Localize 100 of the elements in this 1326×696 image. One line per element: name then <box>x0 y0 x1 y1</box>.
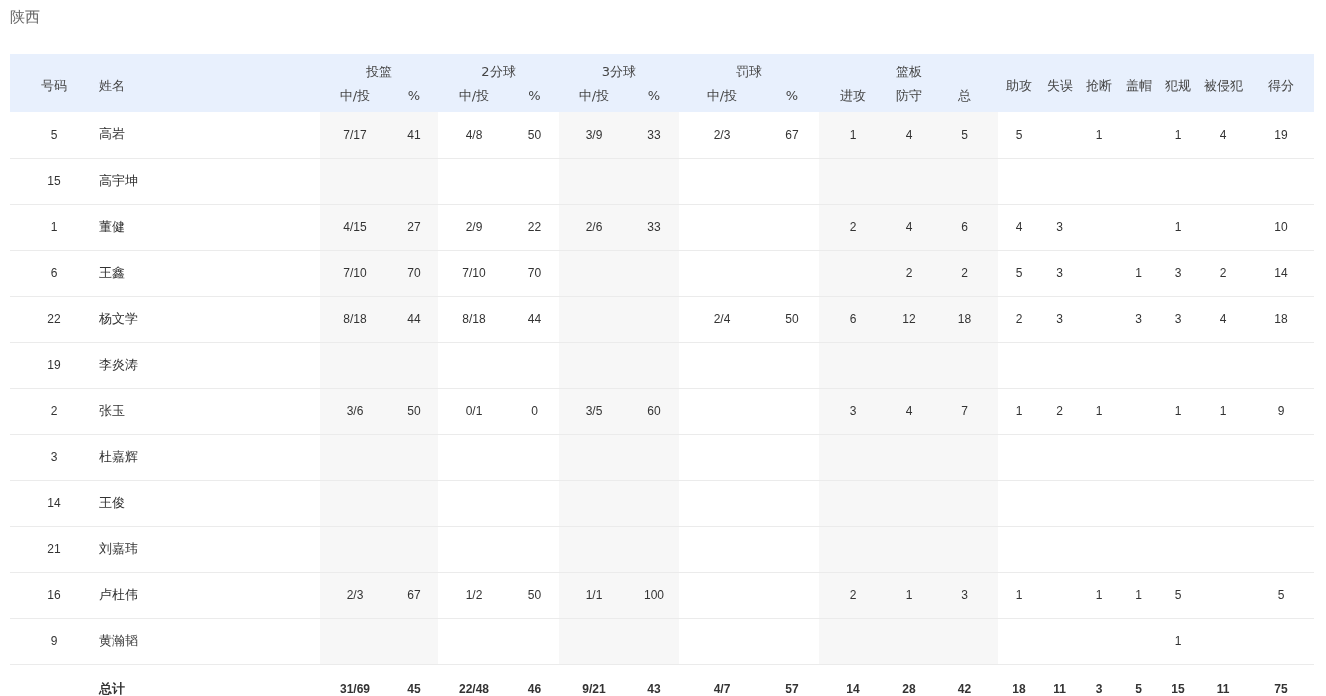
table-cell: 7/17 <box>320 112 390 158</box>
table-cell: 2 <box>10 388 98 434</box>
table-cell: 3/6 <box>320 388 390 434</box>
table-cell: 3/5 <box>559 388 629 434</box>
table-cell: 44 <box>390 296 438 342</box>
table-cell: 9/21 <box>559 664 629 696</box>
table-cell: 1 <box>1158 204 1199 250</box>
table-cell: 18 <box>1248 296 1315 342</box>
column-group-header: 篮板 <box>819 54 999 84</box>
column-group-header: 投篮 <box>320 54 438 84</box>
table-cell: 11 <box>1198 664 1249 696</box>
table-cell: 1 <box>1158 618 1199 664</box>
table-cell: 9 <box>1248 388 1315 434</box>
table-cell: 4/8 <box>438 112 510 158</box>
table-cell: 57 <box>765 664 819 696</box>
table-cell: 6 <box>819 296 887 342</box>
table-cell: 1 <box>1198 388 1249 434</box>
column-header: 得分 <box>1248 54 1315 112</box>
column-header: 中/投 <box>679 84 765 112</box>
column-header: 总 <box>931 84 999 112</box>
column-header: 被侵犯 <box>1198 54 1249 112</box>
table-cell: 31/69 <box>320 664 390 696</box>
table-cell: 2 <box>1040 388 1080 434</box>
table-cell: 12 <box>887 296 931 342</box>
table-cell: 1 <box>1079 388 1120 434</box>
table-cell: 3 <box>1040 204 1080 250</box>
table-cell: 2/3 <box>320 572 390 618</box>
column-header: % <box>510 84 559 112</box>
table-cell: 2 <box>819 204 887 250</box>
table-cell: 2/6 <box>559 204 629 250</box>
column-header: 中/投 <box>438 84 510 112</box>
column-header: % <box>629 84 679 112</box>
table-cell: 18 <box>998 664 1041 696</box>
table-cell: 22 <box>10 296 98 342</box>
table-cell: 67 <box>390 572 438 618</box>
table-cell: 5 <box>998 250 1041 296</box>
table-cell: 100 <box>629 572 679 618</box>
table-cell: 3 <box>1158 296 1199 342</box>
table-cell: 2 <box>998 296 1041 342</box>
table-cell: 4 <box>887 388 931 434</box>
column-header: 进攻 <box>819 84 887 112</box>
table-cell: 4 <box>998 204 1041 250</box>
column-header: 犯规 <box>1158 54 1199 112</box>
column-header: 失误 <box>1040 54 1080 112</box>
table-cell: 3 <box>10 434 98 480</box>
table-cell: 4 <box>1198 112 1249 158</box>
table-cell: 3 <box>931 572 999 618</box>
table-cell: 3 <box>1040 250 1080 296</box>
table-cell: 2 <box>931 250 999 296</box>
table-cell: 5 <box>1248 572 1315 618</box>
table-cell: 2 <box>1198 250 1249 296</box>
table-cell: 60 <box>629 388 679 434</box>
column-header: 盖帽 <box>1119 54 1159 112</box>
table-cell: 15 <box>10 158 98 204</box>
table-cell: 43 <box>629 664 679 696</box>
table-cell: 6 <box>931 204 999 250</box>
table-cell: 0/1 <box>438 388 510 434</box>
column-header: % <box>390 84 438 112</box>
column-header: 姓名 <box>98 54 320 112</box>
table-cell: 1 <box>819 112 887 158</box>
table-cell: 2 <box>819 572 887 618</box>
table-cell: 8/18 <box>320 296 390 342</box>
table-cell: 19 <box>1248 112 1315 158</box>
table-cell: 1 <box>998 572 1041 618</box>
table-cell: 1 <box>887 572 931 618</box>
table-cell: 22/48 <box>438 664 510 696</box>
table-cell: 46 <box>510 664 559 696</box>
table-cell: 3 <box>1119 296 1159 342</box>
table-cell: 6 <box>10 250 98 296</box>
table-cell: 1 <box>998 388 1041 434</box>
table-cell: 5 <box>10 112 98 158</box>
table-cell: 4 <box>1198 296 1249 342</box>
column-group-header: 罚球 <box>679 54 819 84</box>
table-cell: 45 <box>390 664 438 696</box>
column-header: 中/投 <box>320 84 390 112</box>
column-header: 中/投 <box>559 84 629 112</box>
table-cell: 1/2 <box>438 572 510 618</box>
column-group-header: 2分球 <box>438 54 559 84</box>
table-cell: 1 <box>1158 112 1199 158</box>
column-header: % <box>765 84 819 112</box>
table-cell: 3 <box>1040 296 1080 342</box>
table-cell: 10 <box>1248 204 1315 250</box>
table-cell: 4/15 <box>320 204 390 250</box>
table-cell: 7/10 <box>320 250 390 296</box>
table-cell: 5 <box>1119 664 1159 696</box>
table-cell: 3/9 <box>559 112 629 158</box>
table-cell: 4 <box>887 112 931 158</box>
table-cell: 3 <box>1079 664 1120 696</box>
table-cell: 16 <box>10 572 98 618</box>
table-cell: 50 <box>390 388 438 434</box>
table-cell: 1/1 <box>559 572 629 618</box>
table-cell: 27 <box>390 204 438 250</box>
column-header: 抢断 <box>1079 54 1120 112</box>
table-cell: 7/10 <box>438 250 510 296</box>
table-cell: 8/18 <box>438 296 510 342</box>
table-cell: 2/9 <box>438 204 510 250</box>
table-cell: 42 <box>931 664 999 696</box>
table-cell: 1 <box>1119 572 1159 618</box>
table-cell: 4/7 <box>679 664 765 696</box>
team-title: 陕西 <box>9 7 41 28</box>
